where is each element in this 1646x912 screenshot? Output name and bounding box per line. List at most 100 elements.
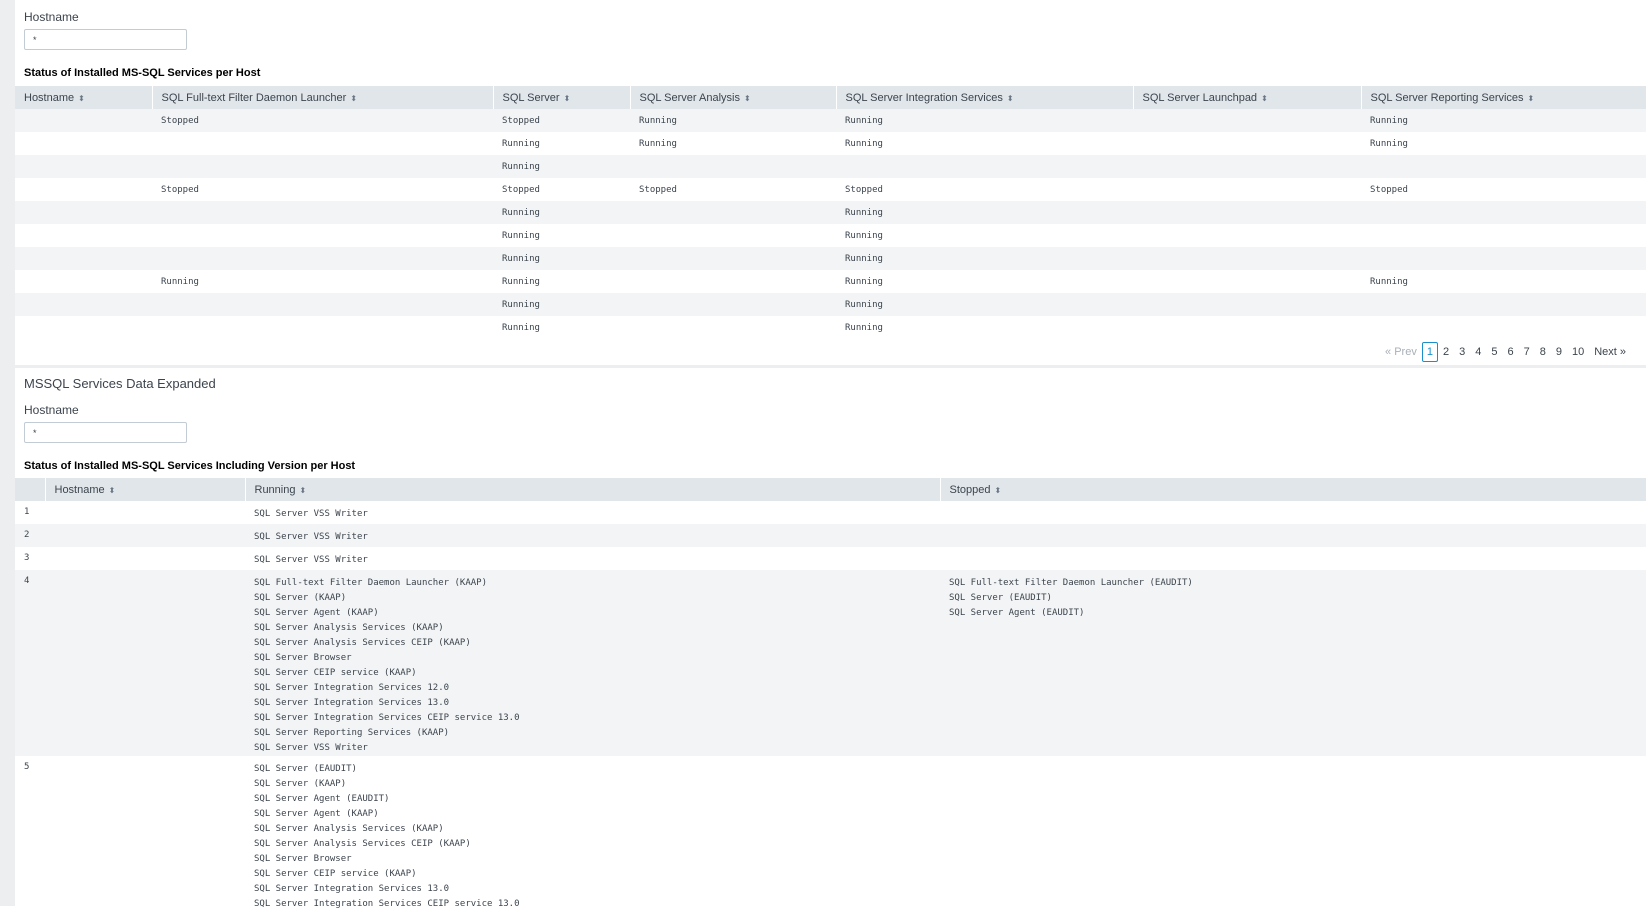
service-entry: SQL Server Integration Services CEIP ser… <box>254 899 520 909</box>
service-entry: SQL Full-text Filter Daemon Launcher (EA… <box>949 578 1193 588</box>
table-cell <box>152 201 493 224</box>
table-cell <box>630 316 836 339</box>
stopped-cell <box>940 547 1646 570</box>
service-entry: SQL Server Integration Services CEIP ser… <box>254 713 520 723</box>
table-row: Running Running Running Running <box>15 132 1646 155</box>
service-entry: SQL Server VSS Writer <box>254 532 368 542</box>
sort-icon[interactable]: ⬍ <box>1528 94 1535 103</box>
column-header-sql-server-integration-services[interactable]: SQL Server Integration Services ⬍ <box>835 86 1133 109</box>
service-entry: SQL Server Browser <box>254 854 352 864</box>
sort-icon[interactable]: ⬍ <box>1007 94 1014 103</box>
service-entry: SQL Server Integration Services 12.0 <box>254 683 450 693</box>
service-entry: SQL Server (EAUDIT) <box>254 764 357 774</box>
stopped-cell <box>940 501 1646 524</box>
page-link-3[interactable]: 3 <box>1454 343 1470 361</box>
table-cell <box>15 132 152 155</box>
service-entry: SQL Server Analysis Services (KAAP) <box>254 623 444 633</box>
column-header-sql-server-reporting-services[interactable]: SQL Server Reporting Services ⬍ <box>1360 86 1646 109</box>
service-entry: SQL Server Reporting Services (KAAP) <box>254 728 450 738</box>
table-cell <box>152 224 493 247</box>
sort-icon[interactable]: ⬍ <box>109 486 116 495</box>
table-row: 1 SQL Server VSS Writer <box>15 501 1646 524</box>
service-entry: SQL Server Integration Services 13.0 <box>254 884 450 894</box>
sort-icon[interactable]: ⬍ <box>1261 94 1268 103</box>
column-header-sql-server-analysis[interactable]: SQL Server Analysis ⬍ <box>629 86 836 109</box>
hostname-filter-label: Hostname <box>24 10 79 24</box>
prev-page-link[interactable]: « Prev <box>1380 343 1422 361</box>
column-header-label: SQL Server <box>502 91 560 104</box>
sort-icon[interactable]: ⬍ <box>994 486 1001 495</box>
table-cell <box>15 178 152 201</box>
column-header-hostname[interactable]: Hostname ⬍ <box>15 86 152 109</box>
sort-icon[interactable]: ⬍ <box>78 94 85 103</box>
table-cell <box>152 293 493 316</box>
table-cell <box>1133 224 1361 247</box>
table-cell: Stopped <box>493 109 630 132</box>
services-per-host-panel: Hostname Status of Installed MS-SQL Serv… <box>15 0 1646 365</box>
column-header-running[interactable]: Running ⬍ <box>244 478 940 501</box>
service-entry: SQL Server Browser <box>254 653 352 663</box>
page-link-2[interactable]: 2 <box>1438 343 1454 361</box>
row-number: 2 <box>15 524 45 547</box>
column-header-hostname[interactable]: Hostname ⬍ <box>44 478 245 501</box>
service-entry: SQL Server Integration Services 13.0 <box>254 698 450 708</box>
next-page-link[interactable]: Next » <box>1589 343 1631 361</box>
column-header-sql-full-text-filter-daemon-launcher[interactable]: SQL Full-text Filter Daemon Launcher ⬍ <box>151 86 493 109</box>
hostname-filter-input[interactable] <box>24 422 187 443</box>
page-link-1[interactable]: 1 <box>1421 342 1438 362</box>
table-row: Running Running <box>15 247 1646 270</box>
service-entry: SQL Server Agent (KAAP) <box>254 809 379 819</box>
page-link-4[interactable]: 4 <box>1470 343 1486 361</box>
table-row: Running Running <box>15 293 1646 316</box>
page-link-6[interactable]: 6 <box>1502 343 1518 361</box>
sort-icon[interactable]: ⬍ <box>744 94 751 103</box>
service-entry: SQL Server VSS Writer <box>254 509 368 519</box>
running-cell: SQL Server (EAUDIT) SQL Server (KAAP) SQL … <box>245 756 940 912</box>
service-entry: SQL Server CEIP service (KAAP) <box>254 869 417 879</box>
table-row: Stopped Stopped Running Running Running <box>15 109 1646 132</box>
page-link-9[interactable]: 9 <box>1551 343 1567 361</box>
table-cell <box>1133 132 1361 155</box>
table-row: 2 SQL Server VSS Writer <box>15 524 1646 547</box>
running-cell: SQL Full-text Filter Daemon Launcher (KA… <box>245 570 940 756</box>
table-cell <box>152 132 493 155</box>
column-header-stopped[interactable]: Stopped ⬍ <box>939 478 1646 501</box>
services-version-table: Hostname ⬍ Running ⬍ Stopped ⬍ 1 SQL Server VS… <box>15 478 1646 912</box>
table-cell <box>1361 247 1646 270</box>
column-header-sql-server-launchpad[interactable]: SQL Server Launchpad ⬍ <box>1132 86 1361 109</box>
table-cell: Running <box>630 109 836 132</box>
table-cell <box>15 247 152 270</box>
table-cell: Running <box>836 247 1133 270</box>
table-row: 3 SQL Server VSS Writer <box>15 547 1646 570</box>
services-expanded-panel: MSSQL Services Data Expanded Hostname St… <box>15 368 1646 909</box>
column-header-label: SQL Server Integration Services <box>845 91 1003 104</box>
table-cell <box>630 224 836 247</box>
column-header-label: SQL Server Launchpad <box>1142 91 1258 104</box>
column-header-sql-server[interactable]: SQL Server ⬍ <box>492 86 630 109</box>
table-cell <box>15 270 152 293</box>
table-cell: Stopped <box>152 109 493 132</box>
service-entry: SQL Server Agent (EAUDIT) <box>949 608 1085 618</box>
column-header-label: Running <box>254 483 296 496</box>
table-cell: Running <box>845 138 883 149</box>
hostname-filter-input[interactable] <box>24 29 187 50</box>
page-link-10[interactable]: 10 <box>1567 343 1589 361</box>
table-cell <box>1361 293 1646 316</box>
hostname-cell <box>45 524 245 547</box>
running-cell: SQL Server VSS Writer <box>245 501 940 524</box>
page-link-5[interactable]: 5 <box>1486 343 1502 361</box>
hostname-cell <box>45 756 245 912</box>
table-cell: Running <box>845 230 883 241</box>
table-row: Running Running Running Running <box>15 270 1646 293</box>
service-entry: SQL Server Analysis Services CEIP (KAAP) <box>254 839 471 849</box>
table-cell: Running <box>502 230 540 241</box>
service-entry: SQL Server (EAUDIT) <box>949 593 1052 603</box>
sort-icon[interactable]: ⬍ <box>564 94 571 103</box>
page-link-8[interactable]: 8 <box>1535 343 1551 361</box>
hostname-filter-label: Hostname <box>24 403 79 417</box>
page-link-7[interactable]: 7 <box>1519 343 1535 361</box>
column-header-label: SQL Server Reporting Services <box>1370 91 1524 104</box>
sort-icon[interactable]: ⬍ <box>350 94 357 103</box>
sort-icon[interactable]: ⬍ <box>299 486 306 495</box>
column-header-row-number <box>15 478 45 501</box>
